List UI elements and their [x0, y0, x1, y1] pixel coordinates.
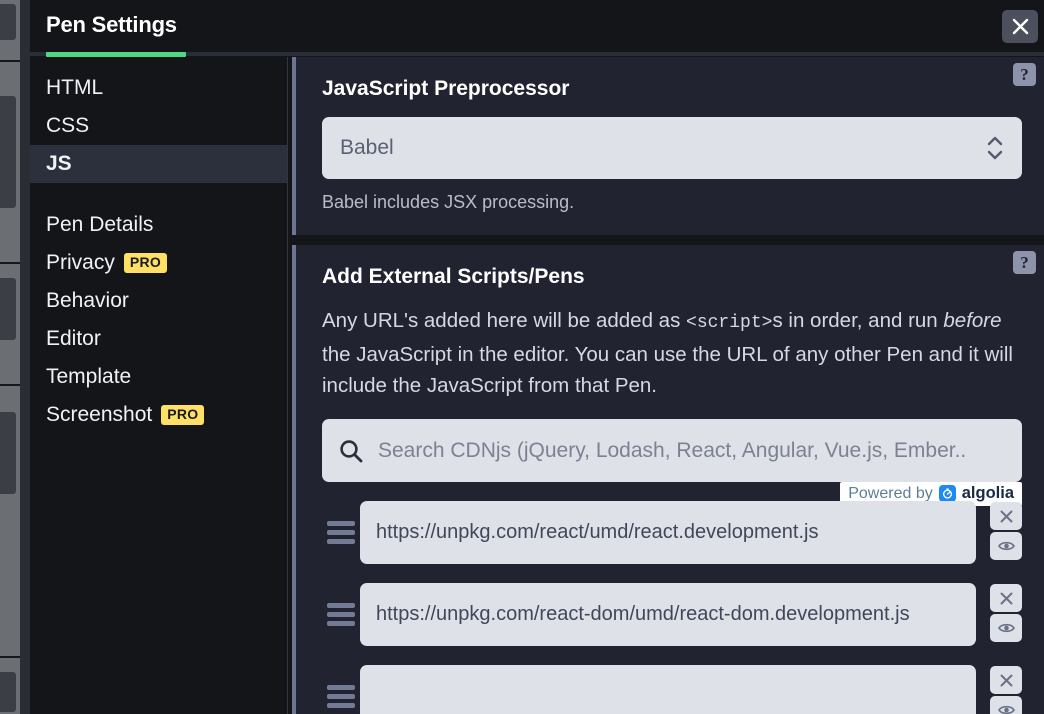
sidebar-item-label: JS	[46, 152, 72, 175]
backdrop-block	[0, 96, 16, 208]
external-resource-row	[322, 501, 1022, 564]
page-title: Pen Settings	[46, 12, 177, 37]
pro-badge: PRO	[161, 404, 205, 426]
close-icon	[1000, 674, 1012, 686]
sidebar-item-label: CSS	[46, 114, 90, 137]
sidebar-item-label: Privacy	[46, 251, 115, 274]
preprocessor-select-value: Babel	[340, 136, 394, 159]
backdrop-block	[0, 412, 16, 494]
sidebar-item-privacy[interactable]: Privacy PRO	[30, 244, 287, 282]
sidebar-item-css[interactable]: CSS	[30, 107, 287, 145]
pro-badge: PRO	[123, 252, 168, 274]
javascript-preprocessor-section: ? JavaScript Preprocessor Babel Babel in…	[292, 57, 1044, 235]
external-resource-input[interactable]	[376, 521, 960, 544]
sidebar-item-label: Screenshot	[46, 403, 153, 426]
sidebar-item-behavior[interactable]: Behavior	[30, 282, 287, 320]
close-icon	[1000, 510, 1012, 522]
desc-emphasis: before	[943, 309, 1002, 332]
sidebar-item-template[interactable]: Template	[30, 358, 287, 396]
backdrop-block	[0, 672, 16, 712]
section-description: Any URL's added here will be added as <s…	[322, 305, 1022, 401]
sidebar-item-html[interactable]: HTML	[30, 69, 287, 107]
external-resource-field[interactable]	[360, 501, 976, 564]
algolia-powered-by-label: Powered by	[848, 484, 933, 502]
toggle-resource-visibility-button[interactable]	[990, 696, 1022, 714]
section-title: Add External Scripts/Pens	[322, 265, 585, 288]
sidebar-divider	[30, 183, 287, 206]
toggle-resource-visibility-button[interactable]	[990, 614, 1022, 642]
pen-settings-modal: Pen Settings HTML CSS JS Pen Details Pri…	[30, 0, 1044, 714]
close-icon	[1012, 18, 1028, 35]
sidebar-item-screenshot[interactable]: Screenshot PRO	[30, 396, 287, 434]
backdrop-block	[0, 4, 16, 40]
sidebar-item-js[interactable]: JS	[30, 145, 287, 183]
modal-header: Pen Settings	[30, 0, 1044, 57]
cdn-search-input[interactable]	[378, 438, 1006, 463]
section-title: JavaScript Preprocessor	[322, 77, 570, 100]
eye-icon	[997, 541, 1015, 551]
backdrop-block	[0, 278, 16, 340]
settings-sidebar: HTML CSS JS Pen Details Privacy PRO Beha…	[30, 57, 288, 714]
settings-content: ? JavaScript Preprocessor Babel Babel in…	[288, 57, 1044, 714]
help-icon[interactable]: ?	[1013, 251, 1036, 274]
desc-text: Any URL's added here will be added as	[322, 309, 687, 332]
external-resource-actions	[990, 666, 1022, 714]
external-resource-input[interactable]	[376, 603, 960, 626]
sidebar-item-label: Pen Details	[46, 213, 154, 236]
close-icon	[1000, 592, 1012, 604]
drag-handle-icon[interactable]	[322, 685, 360, 708]
external-resource-row	[322, 665, 1022, 714]
sidebar-item-label: Editor	[46, 327, 101, 350]
backdrop-gutter	[20, 0, 30, 714]
remove-resource-button[interactable]	[990, 502, 1022, 530]
sidebar-item-label: Behavior	[46, 289, 129, 312]
remove-resource-button[interactable]	[990, 584, 1022, 612]
search-icon	[340, 439, 363, 462]
preprocessor-hint: Babel includes JSX processing.	[322, 192, 575, 212]
external-resource-actions	[990, 502, 1022, 560]
external-resource-row	[322, 583, 1022, 646]
sidebar-item-label: HTML	[46, 76, 104, 99]
external-resource-actions	[990, 584, 1022, 642]
desc-text: s in order, and run	[772, 309, 944, 332]
cdn-search-box[interactable]	[322, 419, 1022, 482]
chevron-updown-icon	[985, 136, 1005, 160]
sidebar-item-label: Template	[46, 365, 132, 388]
help-icon[interactable]: ?	[1013, 63, 1036, 86]
eye-icon	[997, 705, 1015, 714]
sidebar-item-editor[interactable]: Editor	[30, 320, 287, 358]
external-resource-field[interactable]	[360, 665, 976, 714]
modal-body: HTML CSS JS Pen Details Privacy PRO Beha…	[30, 57, 1044, 714]
sidebar-item-pen-details[interactable]: Pen Details	[30, 206, 287, 244]
toggle-resource-visibility-button[interactable]	[990, 532, 1022, 560]
external-resource-input[interactable]	[376, 685, 960, 708]
preprocessor-select[interactable]: Babel	[322, 117, 1022, 179]
external-resource-field[interactable]	[360, 583, 976, 646]
add-external-scripts-section: ? Add External Scripts/Pens Any URL's ad…	[292, 245, 1044, 714]
script-tag-code: <script>	[686, 313, 773, 333]
remove-resource-button[interactable]	[990, 666, 1022, 694]
algolia-logo-icon	[938, 485, 956, 502]
cdn-search-wrap: Powered by algolia	[322, 419, 1022, 506]
eye-icon	[997, 623, 1015, 633]
drag-handle-icon[interactable]	[322, 521, 360, 544]
close-button[interactable]	[1002, 10, 1038, 43]
desc-text: the JavaScript in the editor. You can us…	[322, 343, 1013, 397]
drag-handle-icon[interactable]	[322, 603, 360, 626]
